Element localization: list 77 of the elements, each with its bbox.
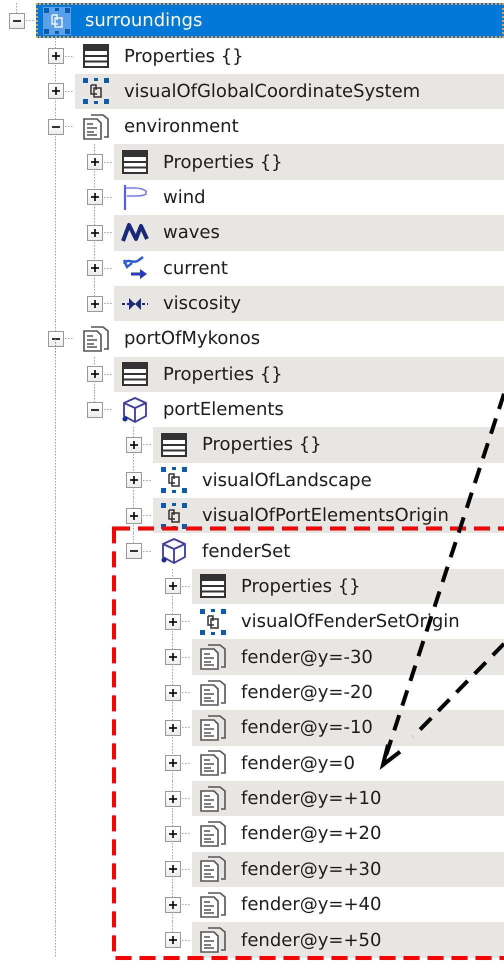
- document-icon: [199, 678, 227, 706]
- tree-item[interactable]: fender@y=+50: [192, 922, 504, 958]
- document-icon: [82, 112, 110, 141]
- tree-item[interactable]: visualOfPortElementsOrigin: [153, 498, 504, 534]
- document-icon: [199, 784, 227, 813]
- tree-item[interactable]: waves: [114, 215, 504, 251]
- document-icon: [199, 890, 227, 919]
- expand-icon[interactable]: [87, 154, 103, 170]
- expand-icon[interactable]: [48, 48, 64, 64]
- node-group-icon: [160, 502, 188, 530]
- expand-icon[interactable]: [126, 436, 142, 453]
- cube-icon: [121, 396, 149, 424]
- collapse-icon[interactable]: [48, 330, 64, 347]
- table-icon: [82, 42, 110, 70]
- tree-item[interactable]: visualOfGlobalCoordinateSystem: [75, 74, 504, 110]
- tree-item[interactable]: fender@y=-30: [192, 639, 504, 675]
- collapse-icon[interactable]: [9, 12, 25, 29]
- document-icon: [199, 820, 227, 848]
- expand-icon[interactable]: [48, 83, 64, 100]
- tree-item[interactable]: wind: [114, 180, 504, 216]
- expand-icon[interactable]: [126, 508, 142, 524]
- expand-icon[interactable]: [165, 649, 181, 666]
- collapse-icon[interactable]: [87, 402, 103, 418]
- flag-icon: [121, 183, 149, 212]
- expand-icon[interactable]: [165, 790, 181, 807]
- expand-icon[interactable]: [87, 189, 103, 206]
- expand-icon[interactable]: [165, 755, 181, 772]
- node-group-icon: [160, 466, 188, 494]
- tree-item[interactable]: fender@y=+40: [192, 886, 504, 922]
- document-icon: [199, 714, 227, 742]
- tree-item[interactable]: visualOfLandscape: [153, 462, 504, 498]
- tree-item[interactable]: fender@y=-10: [192, 710, 504, 746]
- tree-item[interactable]: Properties {}: [153, 427, 504, 463]
- tree-item[interactable]: fender@y=+20: [192, 816, 504, 852]
- tree-item[interactable]: surroundings: [36, 3, 504, 38]
- expand-icon[interactable]: [165, 826, 181, 842]
- tree-item[interactable]: fender@y=+30: [192, 852, 504, 887]
- tree-item[interactable]: Properties {}: [75, 38, 504, 74]
- collapse-icon[interactable]: [126, 543, 142, 560]
- expand-icon[interactable]: [126, 472, 142, 488]
- document-icon: [199, 926, 227, 954]
- tree-item[interactable]: Properties {}: [192, 568, 504, 604]
- expand-icon[interactable]: [165, 578, 181, 594]
- expand-icon[interactable]: [87, 296, 103, 312]
- collapse-icon[interactable]: [48, 118, 64, 135]
- expand-icon[interactable]: [87, 366, 103, 382]
- tree-item[interactable]: fender@y=+10: [192, 780, 504, 816]
- expand-icon[interactable]: [165, 861, 181, 878]
- document-icon: [199, 749, 227, 778]
- table-icon: [199, 572, 227, 600]
- document-icon: [199, 643, 227, 672]
- tree-item[interactable]: portElements: [114, 392, 504, 428]
- expand-icon[interactable]: [87, 224, 103, 241]
- tree-item[interactable]: Properties {}: [114, 356, 504, 392]
- node-group-icon: [43, 6, 71, 35]
- expand-icon[interactable]: [165, 614, 181, 630]
- tree-item[interactable]: fenderSet: [153, 533, 504, 569]
- expand-icon[interactable]: [165, 684, 181, 700]
- node-group-icon: [82, 77, 110, 106]
- table-icon: [121, 148, 149, 176]
- tree-item[interactable]: viscosity: [114, 286, 504, 322]
- tree-item[interactable]: Properties {}: [114, 144, 504, 180]
- table-icon: [121, 360, 149, 388]
- expand-icon[interactable]: [165, 896, 181, 913]
- cube-icon: [160, 537, 188, 566]
- document-icon: [199, 855, 227, 884]
- expand-icon[interactable]: [87, 260, 103, 276]
- tree-item[interactable]: fender@y=-20: [192, 674, 504, 710]
- node-group-icon: [199, 608, 227, 636]
- expand-icon[interactable]: [165, 720, 181, 736]
- tree-item[interactable]: portOfMykonos: [75, 321, 504, 357]
- expand-icon[interactable]: [165, 932, 181, 948]
- document-icon: [82, 324, 110, 353]
- tree-item[interactable]: fender@y=0: [192, 746, 504, 781]
- tree-item[interactable]: current: [114, 250, 504, 286]
- table-icon: [160, 430, 188, 459]
- tree-item[interactable]: environment: [75, 109, 504, 144]
